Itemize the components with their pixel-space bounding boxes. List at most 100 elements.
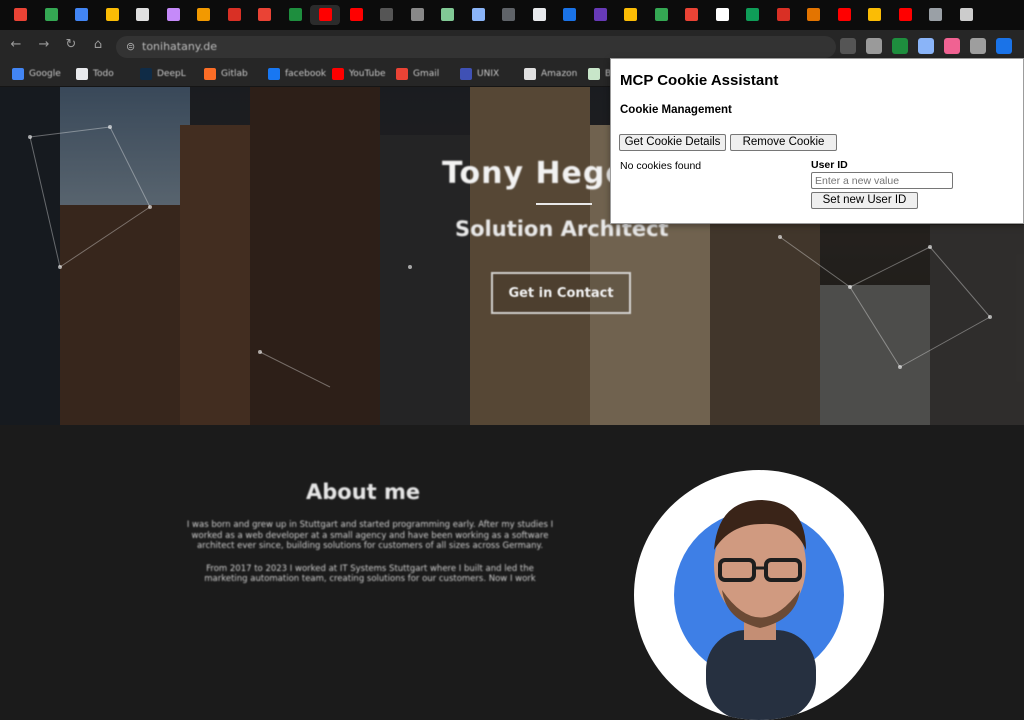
tab-favicon-icon — [319, 8, 332, 21]
bookmark-favicon-icon — [76, 68, 88, 80]
tab-favicon-icon — [532, 8, 546, 21]
tab-favicon-icon — [44, 8, 58, 21]
bookmark-favicon-icon — [588, 68, 600, 80]
browser-tab[interactable] — [188, 5, 218, 25]
bookmark-item[interactable]: Gitlab — [204, 67, 248, 81]
profile-photo — [634, 470, 884, 720]
ext-pink-icon[interactable] — [944, 38, 960, 54]
bookmark-item[interactable]: UNIX — [460, 67, 499, 81]
browser-tab[interactable] — [66, 5, 96, 25]
user-id-input[interactable] — [811, 172, 953, 189]
puzzle-icon[interactable] — [840, 38, 856, 54]
tab-favicon-icon — [563, 8, 576, 21]
browser-tab[interactable] — [127, 5, 157, 25]
about-paragraph: From 2017 to 2023 I worked at IT Systems… — [204, 563, 536, 585]
browser-tab[interactable] — [97, 5, 127, 25]
tab-strip — [0, 0, 1024, 30]
person-portrait-icon — [706, 500, 816, 720]
back-icon[interactable]: ← — [9, 38, 23, 52]
ext-gray-icon[interactable] — [970, 38, 986, 54]
hero-name: Tony Hege — [442, 156, 627, 191]
browser-tab[interactable] — [615, 5, 645, 25]
bookmark-item[interactable]: Todo — [76, 67, 114, 81]
bookmark-label: Gmail — [413, 69, 440, 79]
browser-tab[interactable] — [676, 5, 706, 25]
bookmark-item[interactable]: Google — [12, 67, 61, 81]
about-text: I was born and grew up in Stuttgart and … — [186, 520, 554, 597]
browser-tab[interactable] — [249, 5, 279, 25]
tab-favicon-icon — [624, 8, 637, 21]
browser-tab[interactable] — [554, 5, 584, 25]
set-user-id-button[interactable]: Set new User ID — [811, 192, 918, 209]
bookmark-item[interactable]: Gmail — [396, 67, 439, 81]
tab-favicon-icon — [715, 8, 729, 21]
browser-tab[interactable] — [371, 5, 401, 25]
ext-green-icon[interactable] — [892, 38, 908, 54]
browser-tab[interactable] — [432, 5, 462, 25]
bookmark-label: UNIX — [477, 69, 500, 79]
tab-favicon-icon — [14, 8, 27, 21]
address-bar-url: tonihatany.de — [142, 40, 217, 53]
browser-tab[interactable] — [798, 5, 828, 25]
bookmark-item[interactable]: Amazon — [524, 67, 577, 81]
tab-favicon-icon — [898, 8, 912, 21]
browser-tab[interactable] — [36, 5, 66, 25]
tab-favicon-icon — [685, 8, 698, 21]
tab-favicon-icon — [776, 8, 790, 21]
bookmark-item[interactable]: B — [588, 67, 611, 81]
bookmark-favicon-icon — [140, 68, 152, 80]
browser-tab[interactable] — [158, 5, 188, 25]
bookmark-item[interactable]: YouTube — [332, 67, 386, 81]
bookmark-favicon-icon — [204, 68, 216, 80]
browser-tab[interactable] — [493, 5, 523, 25]
forward-icon[interactable]: → — [37, 38, 51, 52]
browser-tab[interactable] — [219, 5, 249, 25]
browser-tab[interactable] — [646, 5, 676, 25]
tab-favicon-icon — [502, 8, 515, 21]
remove-cookie-button[interactable]: Remove Cookie — [730, 134, 837, 151]
browser-tab[interactable] — [737, 5, 767, 25]
browser-tab[interactable] — [341, 5, 371, 25]
browser-tab[interactable] — [280, 5, 310, 25]
browser-tab[interactable] — [310, 5, 340, 25]
get-in-contact-button[interactable]: Get in Contact — [491, 272, 631, 314]
browser-tab[interactable] — [829, 5, 859, 25]
browser-tab[interactable] — [859, 5, 889, 25]
bookmark-item[interactable]: DeepL — [140, 67, 186, 81]
browser-tab[interactable] — [5, 5, 35, 25]
browser-tab[interactable] — [951, 5, 981, 25]
about-paragraph: I was born and grew up in Stuttgart and … — [186, 520, 554, 551]
address-bar[interactable]: ⊜ tonihatany.de — [116, 36, 836, 58]
tab-favicon-icon — [105, 8, 119, 21]
browser-tab[interactable] — [524, 5, 554, 25]
ext-cookie-icon[interactable] — [918, 38, 934, 54]
bookmark-item[interactable]: facebook — [268, 67, 326, 81]
get-cookie-details-button[interactable]: Get Cookie Details — [619, 134, 726, 151]
cookie-assistant-popup: MCP Cookie Assistant Cookie Management G… — [610, 58, 1024, 224]
browser-tab[interactable] — [890, 5, 920, 25]
reload-icon[interactable]: ↻ — [64, 38, 78, 52]
cookie-status-text: No cookies found — [620, 160, 702, 172]
tab-favicon-icon — [349, 8, 363, 21]
bookmark-favicon-icon — [524, 68, 536, 80]
tab-favicon-icon — [746, 8, 759, 21]
bookmark-label: DeepL — [157, 69, 186, 79]
star-icon[interactable] — [866, 38, 882, 54]
home-icon[interactable]: ⌂ — [91, 38, 105, 52]
bookmark-favicon-icon — [12, 68, 24, 80]
browser-tab[interactable] — [585, 5, 615, 25]
browser-tab[interactable] — [402, 5, 432, 25]
browser-tab[interactable] — [463, 5, 493, 25]
browser-tab[interactable] — [920, 5, 950, 25]
bookmark-label: Gitlab — [221, 69, 248, 79]
browser-tab[interactable] — [707, 5, 737, 25]
tab-favicon-icon — [380, 8, 393, 21]
tab-favicon-icon — [593, 8, 607, 21]
profile-icon[interactable] — [996, 38, 1012, 54]
tab-favicon-icon — [471, 8, 485, 21]
browser-tab[interactable] — [768, 5, 798, 25]
tab-favicon-icon — [410, 8, 424, 21]
bookmark-label: Amazon — [541, 69, 578, 79]
popup-title: MCP Cookie Assistant — [620, 72, 779, 89]
site-info-icon[interactable]: ⊜ — [126, 40, 135, 53]
